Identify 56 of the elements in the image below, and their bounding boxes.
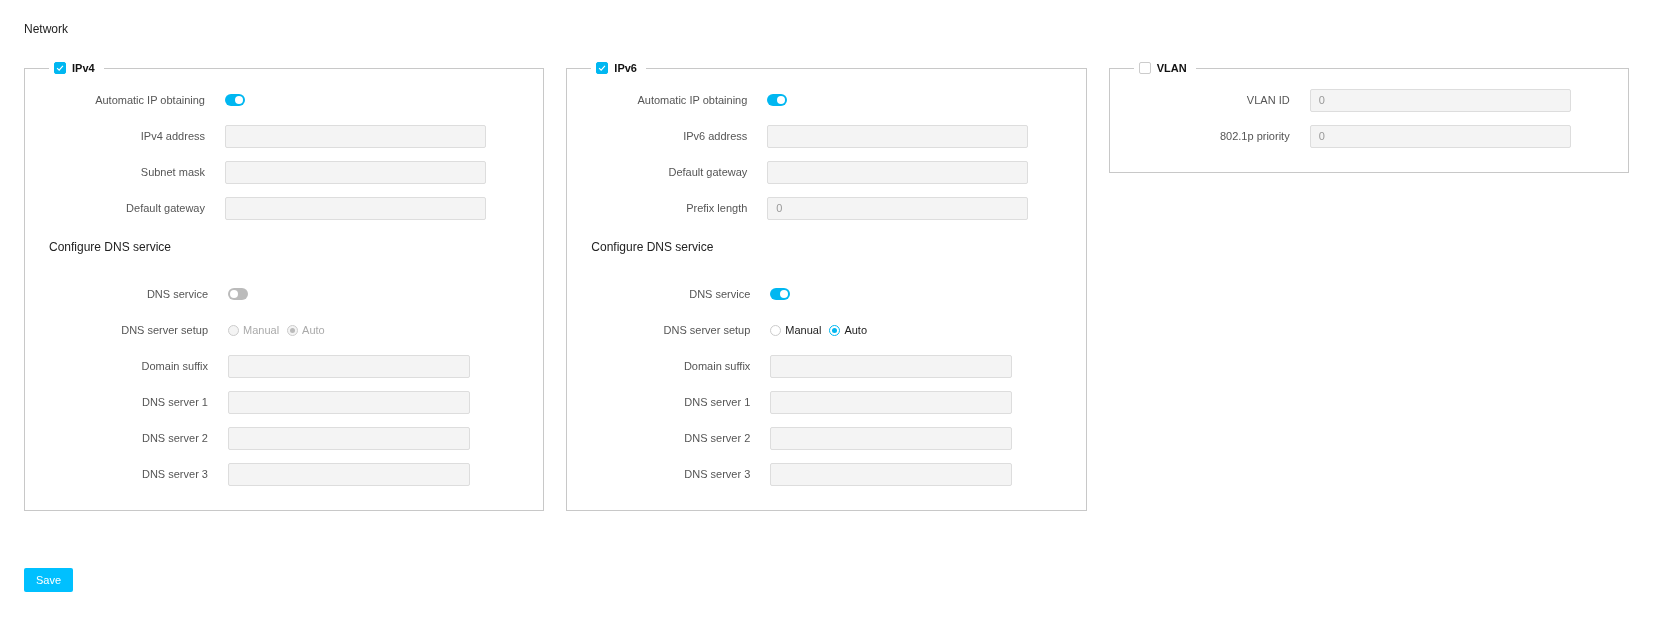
- input-field[interactable]: [767, 160, 1029, 184]
- field-label: 802.1p priority: [1218, 130, 1291, 142]
- input-field[interactable]: [228, 426, 470, 450]
- section-heading: Configure DNS service: [590, 239, 715, 256]
- input-field[interactable]: [767, 124, 1029, 148]
- input-field[interactable]: [228, 354, 470, 378]
- field-label: VLAN ID: [1245, 94, 1291, 106]
- panel-title: VLAN: [1156, 62, 1187, 74]
- input-field[interactable]: 0: [767, 196, 1029, 220]
- radio-label[interactable]: Manual: [785, 324, 822, 336]
- radio-button[interactable]: [770, 324, 782, 336]
- field-label: DNS server 2: [683, 432, 752, 444]
- field-label: IPv6 address: [682, 130, 749, 142]
- checkbox[interactable]: [596, 62, 609, 74]
- section-heading: Configure DNS service: [48, 239, 173, 256]
- toggle-switch[interactable]: [770, 288, 791, 300]
- field-label: Automatic IP obtaining: [636, 94, 749, 106]
- field-label: DNS server setup: [120, 324, 209, 336]
- field-label: Default gateway: [667, 166, 749, 178]
- field-label: Automatic IP obtaining: [94, 94, 206, 106]
- radio-label[interactable]: Auto: [844, 324, 868, 336]
- field-label: Prefix length: [685, 202, 749, 214]
- checkbox[interactable]: [1138, 62, 1151, 74]
- input-field[interactable]: [770, 426, 1013, 450]
- toggle-switch[interactable]: [767, 94, 788, 106]
- field-label: DNS server 3: [140, 468, 209, 480]
- field-label: Domain suffix: [682, 360, 752, 372]
- input-field[interactable]: [225, 160, 486, 184]
- toggle-switch[interactable]: [228, 288, 248, 300]
- page-title: Network: [24, 22, 69, 36]
- field-label: DNS service: [145, 288, 209, 300]
- input-field[interactable]: 0: [1309, 88, 1571, 112]
- field-label: DNS service: [688, 288, 752, 300]
- toggle-switch[interactable]: [225, 94, 245, 106]
- input-field[interactable]: [770, 462, 1013, 486]
- save-button[interactable]: Save: [24, 568, 73, 592]
- field-label: DNS server 1: [683, 396, 752, 408]
- panel-title: IPv4: [72, 62, 95, 74]
- input-field[interactable]: [770, 354, 1013, 378]
- field-label: Domain suffix: [140, 360, 209, 372]
- input-field[interactable]: 0: [1309, 124, 1571, 148]
- field-label: Default gateway: [125, 202, 206, 214]
- field-label: DNS server 3: [683, 468, 752, 480]
- input-field[interactable]: [228, 462, 470, 486]
- field-label: DNS server 1: [140, 396, 209, 408]
- field-label: IPv4 address: [139, 130, 206, 142]
- checkbox[interactable]: [54, 62, 66, 74]
- field-label: DNS server 2: [140, 432, 209, 444]
- input-field[interactable]: [225, 124, 486, 148]
- field-label: Subnet mask: [139, 166, 206, 178]
- input-field[interactable]: [225, 196, 486, 220]
- radio-button[interactable]: [829, 324, 841, 336]
- field-label: DNS server setup: [662, 324, 752, 336]
- input-field[interactable]: [228, 390, 470, 414]
- input-field[interactable]: [770, 390, 1013, 414]
- panel-title: IPv6: [614, 62, 637, 74]
